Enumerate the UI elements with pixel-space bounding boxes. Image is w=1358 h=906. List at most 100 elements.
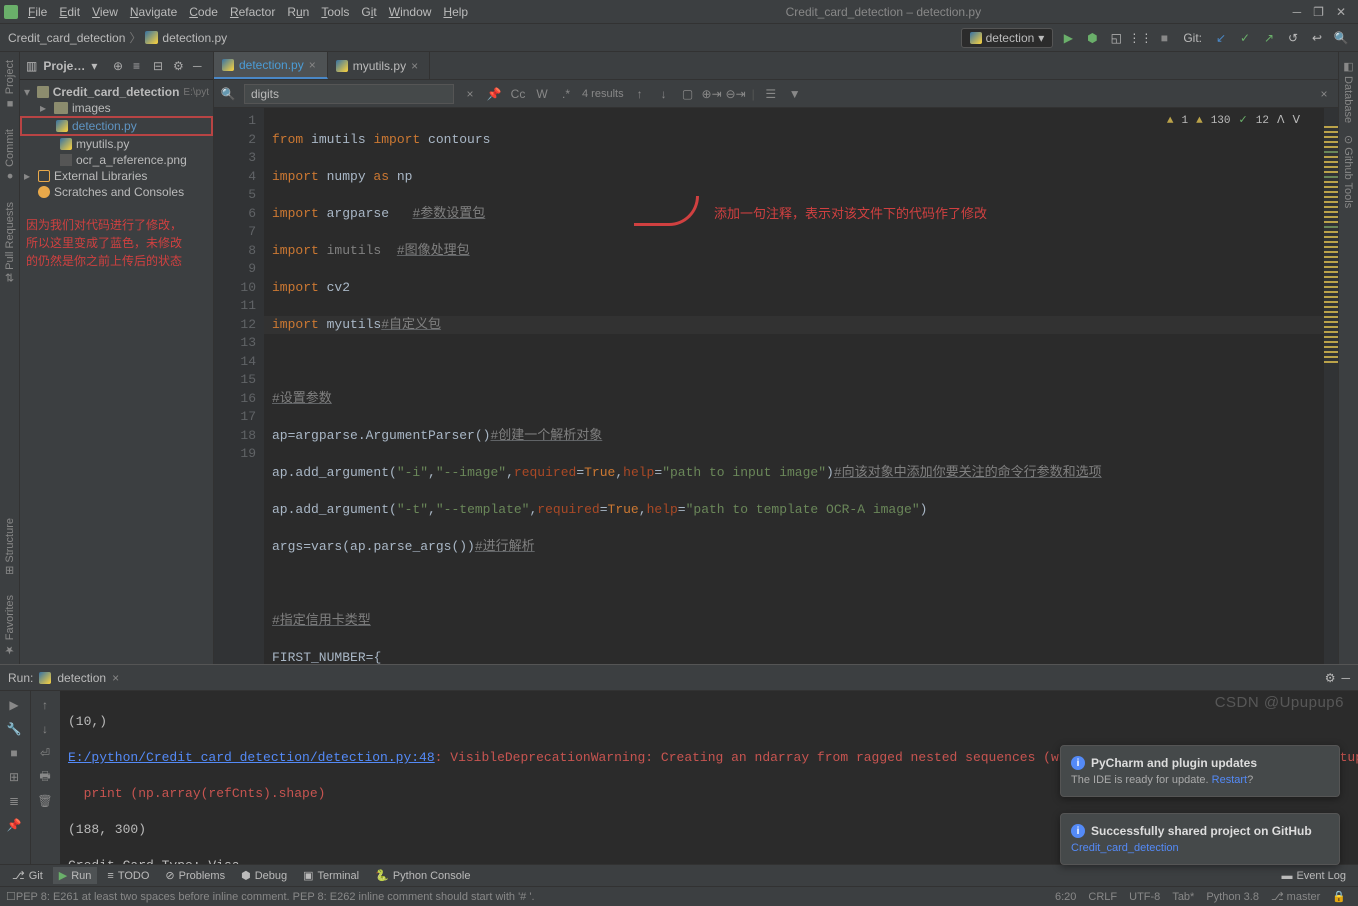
code-editor[interactable]: 12345678910111213141516171819 from imuti… — [214, 108, 1338, 664]
tab-run[interactable]: ▶Run — [53, 867, 98, 884]
menu-refactor[interactable]: Refactor — [224, 3, 281, 21]
tab-problems[interactable]: ⊘Problems — [159, 867, 231, 884]
pin-icon[interactable]: 📌 — [486, 86, 502, 102]
gear-icon[interactable]: ⚙ — [1325, 671, 1336, 685]
menu-run[interactable]: Run — [281, 3, 315, 21]
tab-terminal[interactable]: ▣Terminal — [297, 867, 365, 884]
add-selection2-icon[interactable]: ⊖⇥ — [728, 86, 744, 102]
tab-python-console[interactable]: 🐍Python Console — [369, 867, 476, 884]
tab-event-log[interactable]: ▬Event Log — [1275, 868, 1352, 884]
select-all-icon[interactable]: ▢ — [680, 86, 696, 102]
run-button[interactable]: ▶ — [1059, 29, 1077, 47]
status-branch[interactable]: ⎇ master — [1265, 890, 1326, 903]
down-icon[interactable]: ↓ — [35, 719, 55, 739]
git-rollback-icon[interactable]: ↩ — [1308, 29, 1326, 47]
menu-view[interactable]: View — [86, 3, 124, 21]
tree-folder-images[interactable]: ▸ images — [20, 100, 213, 116]
close-run-tab-icon[interactable]: × — [112, 671, 119, 685]
hide-icon[interactable]: ─ — [193, 59, 207, 73]
tree-scratches[interactable]: Scratches and Consoles — [20, 184, 213, 200]
tool-icon[interactable]: 🔧 — [4, 719, 24, 739]
tree-project-root[interactable]: ▾ Credit_card_detection E:\pyt — [20, 84, 213, 100]
list-icon[interactable]: ☰ — [763, 86, 779, 102]
filter-icon[interactable]: ▼ — [787, 86, 803, 102]
notification-github[interactable]: iSuccessfully shared project on GitHub C… — [1060, 813, 1340, 865]
filter-icon[interactable]: ≣ — [4, 791, 24, 811]
code-content[interactable]: from imutils import contours import nump… — [264, 108, 1324, 664]
next-icon[interactable]: ↓ — [656, 86, 672, 102]
tab-git[interactable]: ⎇Git — [6, 867, 49, 884]
word-icon[interactable]: W — [534, 86, 550, 102]
status-indent[interactable]: Tab* — [1166, 891, 1200, 903]
editor-tab-myutils[interactable]: myutils.py × — [328, 52, 430, 79]
close-search-icon[interactable]: × — [1316, 86, 1332, 102]
tab-todo[interactable]: ≡TODO — [101, 868, 155, 884]
chevron-down-icon[interactable]: ᐯ — [1292, 112, 1300, 131]
close-tab-icon[interactable]: × — [309, 58, 319, 72]
pin-icon[interactable]: 📌 — [4, 815, 24, 835]
clear-icon[interactable]: × — [462, 86, 478, 102]
tree-file-myutils[interactable]: myutils.py — [20, 136, 213, 152]
git-push-icon[interactable]: ↗ — [1260, 29, 1278, 47]
tool-project[interactable]: ■ Project — [4, 60, 16, 109]
regex-icon[interactable]: .* — [558, 86, 574, 102]
status-icon[interactable]: ☐ — [6, 890, 16, 903]
hide-icon[interactable]: ─ — [1341, 671, 1350, 685]
notification-update[interactable]: iPyCharm and plugin updates The IDE is r… — [1060, 745, 1340, 797]
tool-database[interactable]: ◧ Database — [1342, 60, 1355, 123]
menu-help[interactable]: Help — [437, 3, 474, 21]
git-update-icon[interactable]: ↙ — [1212, 29, 1230, 47]
maximize-icon[interactable]: ❐ — [1313, 5, 1324, 19]
search-input[interactable] — [244, 84, 454, 104]
target-icon[interactable]: ⊕ — [113, 59, 127, 73]
inspections-summary[interactable]: ▲1 ▲130 ✓12 ᐱ ᐯ — [1167, 112, 1300, 131]
collapse-icon[interactable]: ⊟ — [153, 59, 167, 73]
menu-git[interactable]: Git — [355, 3, 382, 21]
coverage-button[interactable]: ◱ — [1107, 29, 1125, 47]
status-line-sep[interactable]: CRLF — [1082, 891, 1123, 903]
prev-icon[interactable]: ↑ — [632, 86, 648, 102]
close-icon[interactable]: ✕ — [1336, 5, 1346, 19]
menu-edit[interactable]: Edit — [53, 3, 86, 21]
chevron-down-icon[interactable]: ▾ — [91, 59, 97, 73]
debug-button[interactable]: ⬢ — [1083, 29, 1101, 47]
menu-tools[interactable]: Tools — [315, 3, 355, 21]
output-file-link[interactable]: E:/python/Credit_card_detection/detectio… — [68, 750, 435, 765]
print-icon[interactable]: 🖶 — [35, 767, 55, 787]
tree-file-ocr[interactable]: ocr_a_reference.png — [20, 152, 213, 168]
status-lock-icon[interactable]: 🔒 — [1326, 890, 1352, 903]
git-commit-icon[interactable]: ✓ — [1236, 29, 1254, 47]
stop-button[interactable]: ■ — [1155, 29, 1173, 47]
status-interpreter[interactable]: Python 3.8 — [1200, 891, 1265, 903]
breadcrumb-root[interactable]: Credit_card_detection — [8, 31, 125, 45]
up-icon[interactable]: ↑ — [35, 695, 55, 715]
menu-window[interactable]: Window — [383, 3, 438, 21]
tool-github[interactable]: ⊙ Github Tools — [1342, 135, 1355, 208]
wrap-icon[interactable]: ⏎ — [35, 743, 55, 763]
status-encoding[interactable]: UTF-8 — [1123, 891, 1166, 903]
chevron-up-icon[interactable]: ᐱ — [1277, 112, 1285, 131]
tree-external-libs[interactable]: ▸ External Libraries — [20, 168, 213, 184]
error-stripe[interactable] — [1324, 108, 1338, 664]
status-position[interactable]: 6:20 — [1049, 891, 1082, 903]
menu-file[interactable]: File — [22, 3, 53, 21]
menu-navigate[interactable]: Navigate — [124, 3, 183, 21]
add-selection-icon[interactable]: ⊕⇥ — [704, 86, 720, 102]
layout-icon[interactable]: ⊞ — [4, 767, 24, 787]
github-project-link[interactable]: Credit_card_detection — [1071, 842, 1179, 854]
rerun-button[interactable]: ▶ — [4, 695, 24, 715]
git-history-icon[interactable]: ↺ — [1284, 29, 1302, 47]
profile-button[interactable]: ⋮⋮ — [1131, 29, 1149, 47]
tool-pull-requests[interactable]: ⇄ Pull Requests — [3, 202, 16, 282]
tool-commit[interactable]: ● Commit — [4, 129, 16, 182]
tab-debug[interactable]: ⬢Debug — [235, 867, 293, 884]
close-tab-icon[interactable]: × — [411, 59, 421, 73]
run-config-dropdown[interactable]: detection ▾ — [961, 28, 1054, 48]
expand-icon[interactable]: ≡ — [133, 59, 147, 73]
search-icon[interactable]: 🔍 — [220, 86, 236, 102]
tool-structure[interactable]: ⊞ Structure — [3, 518, 16, 575]
editor-tab-detection[interactable]: detection.py × — [214, 52, 328, 79]
clear-icon[interactable]: 🗑 — [35, 791, 55, 811]
stop-button[interactable]: ■ — [4, 743, 24, 763]
search-icon[interactable]: 🔍 — [1332, 29, 1350, 47]
